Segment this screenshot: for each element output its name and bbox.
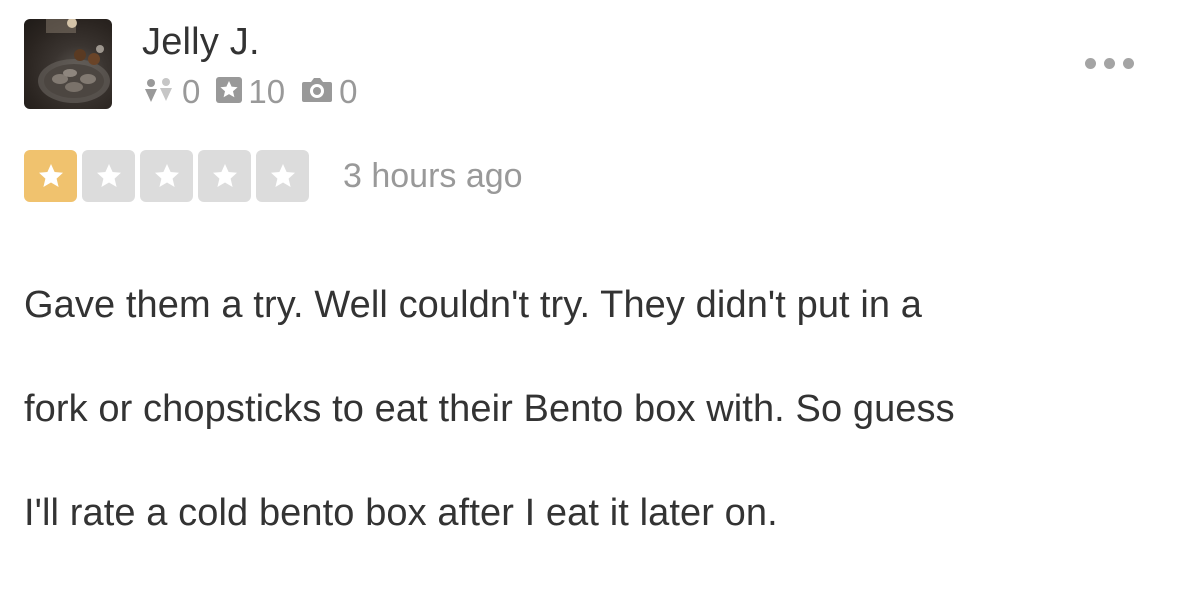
star-filled-icon xyxy=(24,150,77,202)
star-empty-icon xyxy=(140,150,193,202)
star-empty-icon xyxy=(198,150,251,202)
review-card: Jelly J. 0 10 0 3 hours ago Gave them a … xyxy=(0,0,1200,534)
review-line: I'll rate a cold bento box after I eat i… xyxy=(24,492,778,534)
camera-icon xyxy=(301,73,333,111)
more-dot xyxy=(1104,58,1115,69)
star-review-icon xyxy=(216,73,243,111)
photos-count: 0 xyxy=(339,73,358,110)
friends-stat: 0 xyxy=(142,73,200,111)
food-photo-icon xyxy=(38,19,110,103)
review-text: Gave them a try. Well couldn't try. They… xyxy=(24,227,1184,591)
reviewer-name[interactable]: Jelly J. xyxy=(142,20,260,64)
review-line: Gave them a try. Well couldn't try. They… xyxy=(24,284,923,326)
star-empty-icon xyxy=(82,150,135,202)
review-time: 3 hours ago xyxy=(343,157,523,195)
friends-count: 0 xyxy=(182,73,201,110)
more-dot xyxy=(1085,58,1096,69)
more-options-icon[interactable] xyxy=(1085,58,1134,69)
star-empty-icon xyxy=(256,150,309,202)
friends-icon xyxy=(142,73,176,111)
reviews-stat: 10 xyxy=(216,73,285,111)
star-rating xyxy=(24,150,309,202)
review-line: fork or chopsticks to eat their Bento bo… xyxy=(24,388,955,430)
photos-stat: 0 xyxy=(301,73,357,111)
reviews-count: 10 xyxy=(248,73,286,110)
reviewer-stats: 0 10 0 xyxy=(142,73,373,111)
reviewer-avatar[interactable] xyxy=(24,19,112,109)
more-dot xyxy=(1123,58,1134,69)
